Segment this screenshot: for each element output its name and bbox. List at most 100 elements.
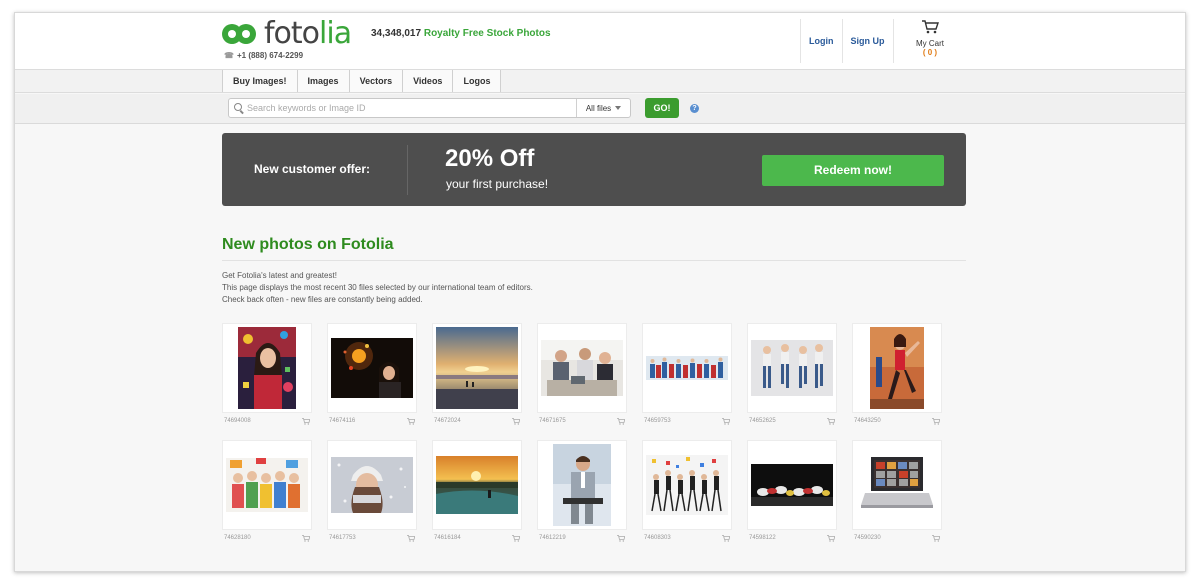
add-to-cart-icon[interactable]: [407, 417, 415, 425]
site-header: fotolia ☎ +1 (888) 674-2299 34,348,017 Ro…: [15, 13, 1185, 69]
photo-thumbnail[interactable]: [327, 440, 417, 530]
photo-item: 74616184: [432, 440, 522, 546]
photo-item: 74608303: [642, 440, 732, 546]
photo-thumbnail[interactable]: [747, 440, 837, 530]
photo-thumbnail[interactable]: [327, 323, 417, 413]
file-type-select[interactable]: All files: [576, 99, 630, 117]
photo-item: 74672024: [432, 323, 522, 429]
photo-thumbnail[interactable]: [747, 323, 837, 413]
photo-meta: 74598122: [747, 530, 837, 546]
section-divider: [222, 260, 966, 261]
add-to-cart-icon[interactable]: [512, 534, 520, 542]
offer-label: New customer offer:: [254, 162, 371, 176]
add-to-cart-icon[interactable]: [617, 417, 625, 425]
file-id: 74617753: [329, 535, 356, 541]
tagline: 34,348,017 Royalty Free Stock Photos: [371, 28, 551, 39]
photo-thumbnail[interactable]: [642, 323, 732, 413]
add-to-cart-icon[interactable]: [722, 417, 730, 425]
redeem-now-button[interactable]: Redeem now!: [762, 155, 944, 186]
add-to-cart-icon[interactable]: [407, 534, 415, 542]
photo-grid: 74694008 74674116 74672024 74671675 7465…: [222, 323, 962, 546]
photo-laptop-photos: [861, 453, 933, 517]
signup-link[interactable]: Sign Up: [841, 19, 894, 63]
photo-woman-dancer: [870, 327, 924, 409]
add-to-cart-icon[interactable]: [827, 417, 835, 425]
photo-sunset-beach: [436, 327, 518, 409]
photo-woman-party: [238, 327, 296, 409]
search-input[interactable]: [247, 103, 576, 113]
search-go-button[interactable]: GO!: [645, 98, 679, 118]
add-to-cart-icon[interactable]: [932, 534, 940, 542]
file-id: 74659753: [644, 418, 671, 424]
file-id: 74671675: [539, 418, 566, 424]
help-icon[interactable]: ?: [690, 104, 699, 113]
logo-wordmark: fotolia: [264, 16, 352, 51]
tab-images[interactable]: Images: [297, 70, 350, 92]
photo-item: 74628180: [222, 440, 312, 546]
tab-videos[interactable]: Videos: [403, 70, 454, 92]
add-to-cart-icon[interactable]: [302, 534, 310, 542]
file-type-value: All files: [585, 103, 612, 113]
tagline-text: Royalty Free Stock Photos: [423, 28, 551, 39]
fotolia-logo[interactable]: fotolia: [222, 16, 352, 51]
photo-count: 34,348,017: [371, 28, 422, 39]
photo-business-meeting: [541, 340, 623, 396]
phone-icon: ☎: [224, 51, 234, 60]
add-to-cart-icon[interactable]: [932, 417, 940, 425]
offer-subline: your first purchase!: [446, 177, 549, 191]
photo-thumbnail[interactable]: [852, 323, 942, 413]
login-link[interactable]: Login: [800, 19, 842, 63]
photo-item: 74694008: [222, 323, 312, 429]
photo-item: 74671675: [537, 323, 627, 429]
photo-thumbnail[interactable]: [222, 440, 312, 530]
photo-sunset-lake: [436, 456, 518, 514]
photo-shoes-row: [751, 464, 833, 506]
add-to-cart-icon[interactable]: [512, 417, 520, 425]
photo-meta: 74617753: [327, 530, 417, 546]
photo-item: 74643250: [852, 323, 942, 429]
file-id: 74628180: [224, 535, 251, 541]
photo-thumbnail[interactable]: [432, 323, 522, 413]
main-nav: Buy Images! Images Vectors Videos Logos: [222, 70, 502, 92]
page-title: New photos on Fotolia: [222, 236, 394, 253]
photo-thumbnail[interactable]: [432, 440, 522, 530]
banner-divider: [407, 145, 408, 195]
phone-text: +1 (888) 674-2299: [236, 51, 304, 60]
photo-thumbnail[interactable]: [852, 440, 942, 530]
browser-frame: fotolia ☎ +1 (888) 674-2299 34,348,017 Ro…: [14, 12, 1186, 572]
tab-logos[interactable]: Logos: [453, 70, 502, 92]
file-id: 74643250: [854, 418, 881, 424]
photo-thumbnail[interactable]: [642, 440, 732, 530]
add-to-cart-icon[interactable]: [302, 417, 310, 425]
photo-item: 74652625: [747, 323, 837, 429]
file-id: 74694008: [224, 418, 251, 424]
cart-icon: [922, 20, 939, 34]
photo-meta: 74616184: [432, 530, 522, 546]
photo-crowd-celebrating: [646, 455, 728, 515]
file-id: 74590230: [854, 535, 881, 541]
add-to-cart-icon[interactable]: [617, 534, 625, 542]
photo-item: 74598122: [747, 440, 837, 546]
photo-businessman-laptop: [553, 444, 611, 526]
photo-thumbnail[interactable]: [222, 323, 312, 413]
my-cart[interactable]: My Cart ( 0 ): [910, 20, 950, 57]
file-id: 74598122: [749, 535, 776, 541]
photo-meta: 74659753: [642, 413, 732, 429]
photo-item: 74590230: [852, 440, 942, 546]
add-to-cart-icon[interactable]: [827, 534, 835, 542]
search-bar: All files GO! ?: [15, 94, 1185, 124]
photo-meta: 74608303: [642, 530, 732, 546]
add-to-cart-icon[interactable]: [722, 534, 730, 542]
tab-buy-images[interactable]: Buy Images!: [223, 70, 298, 92]
nav-bar: Buy Images! Images Vectors Videos Logos: [15, 69, 1185, 93]
account-links: Login Sign Up: [800, 19, 894, 63]
file-id: 74616184: [434, 535, 461, 541]
tab-vectors[interactable]: Vectors: [349, 70, 404, 92]
photo-woman-winter: [331, 457, 413, 513]
photo-meta: 74652625: [747, 413, 837, 429]
photo-meta: 74590230: [852, 530, 942, 546]
photo-thumbnail[interactable]: [537, 440, 627, 530]
logo-mark-icon: [222, 24, 258, 44]
photo-thumbnail[interactable]: [537, 323, 627, 413]
chevron-down-icon: [615, 106, 622, 110]
